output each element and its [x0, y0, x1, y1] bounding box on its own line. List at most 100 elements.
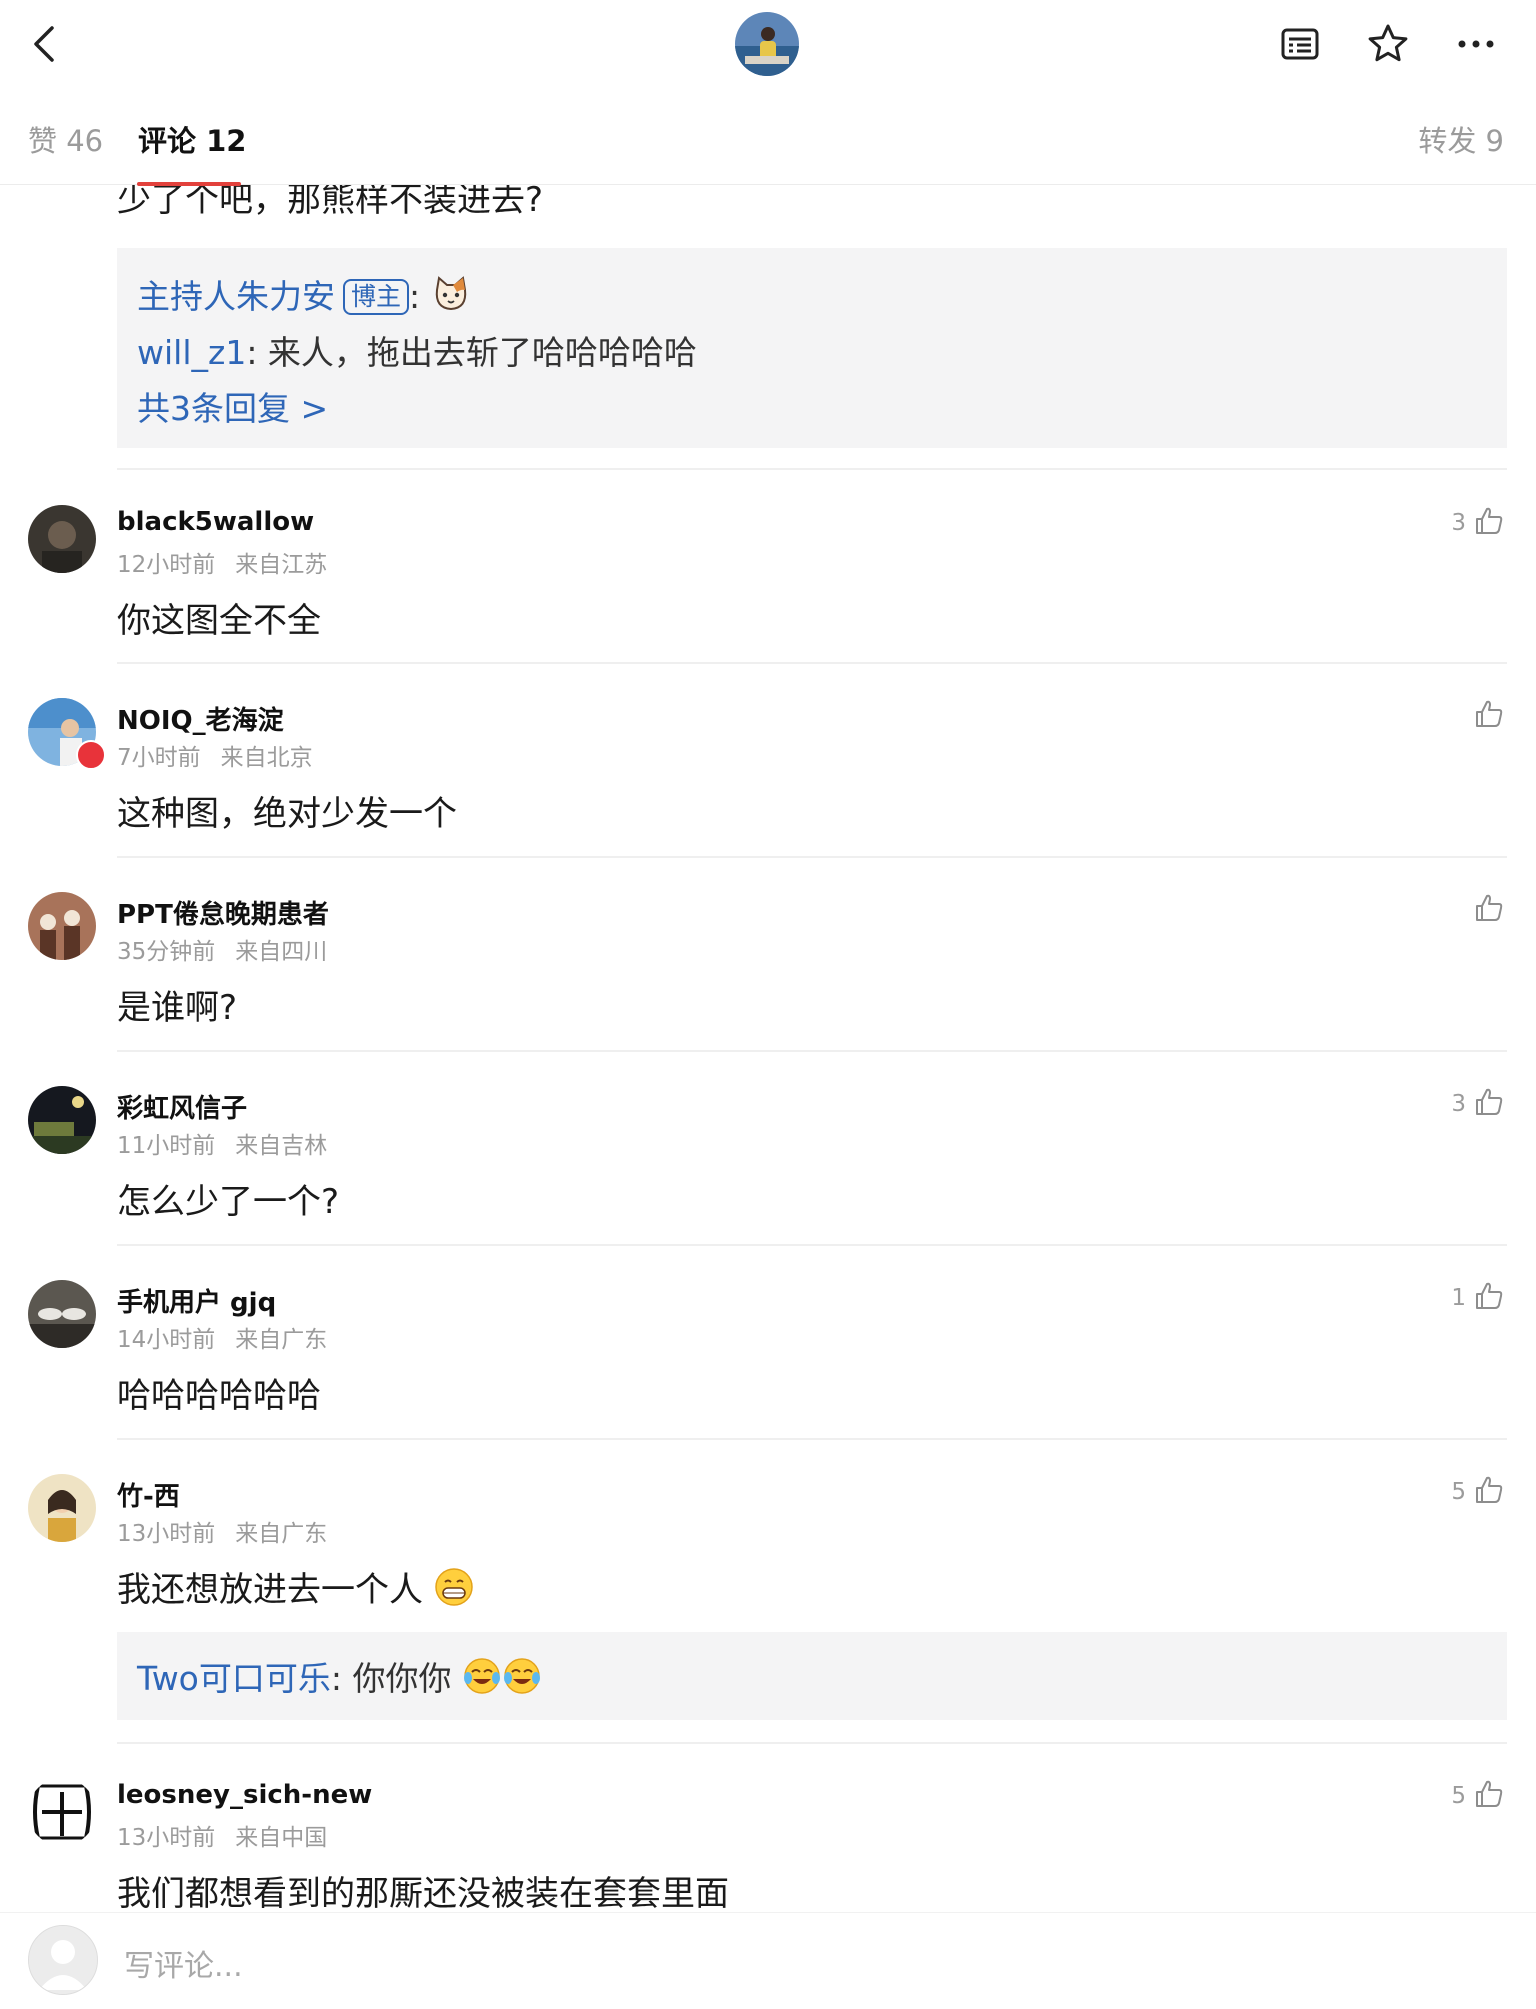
divider	[117, 1050, 1507, 1052]
reply-user[interactable]: 主持人朱力安	[137, 277, 335, 316]
comment-location: 来自广东	[235, 1327, 328, 1353]
like-count: 3	[1451, 1091, 1466, 1117]
reply-thread[interactable]: Two可口可乐: 你你你	[117, 1632, 1507, 1720]
more-icon[interactable]	[1452, 20, 1500, 68]
comment-meta: 35分钟前 来自四川	[117, 932, 327, 966]
user-name[interactable]: PPT倦怠晚期患者	[117, 894, 329, 931]
comment-meta: 13小时前 来自广东	[117, 1514, 327, 1548]
thumbs-up-icon	[1474, 1087, 1504, 1121]
like-button[interactable]	[1466, 892, 1504, 928]
comment-item: leosney_sich-new 13小时前 来自中国 我们都想看到的那厮还没被装…	[0, 1778, 1536, 1914]
comment-tabs: 赞 46 评论 12 转发 9	[0, 88, 1536, 185]
author-avatar[interactable]	[735, 12, 799, 76]
comment-meta: 14小时前 来自广东	[117, 1320, 327, 1354]
like-button[interactable]: 5	[1451, 1474, 1504, 1510]
comment-meta: 13小时前 来自中国	[117, 1818, 327, 1852]
comment-location: 来自吉林	[235, 1133, 328, 1159]
thumbs-up-icon	[1474, 893, 1504, 927]
user-name[interactable]: 竹-西	[117, 1476, 180, 1513]
active-tab-indicator	[137, 182, 241, 186]
comment-time: 14小时前	[117, 1327, 216, 1353]
like-count: 1	[1451, 1285, 1466, 1311]
star-icon[interactable]	[1364, 20, 1412, 68]
user-name[interactable]: 彩虹风信子	[117, 1088, 247, 1125]
comment-text: 是谁啊?	[117, 988, 238, 1028]
crying-laugh-emoji-icon	[502, 1656, 542, 1704]
thumbs-up-icon	[1474, 506, 1504, 540]
comment-text: 哈哈哈哈哈哈	[117, 1376, 321, 1416]
user-name[interactable]: NOIQ_老海淀	[117, 700, 284, 737]
comment-input[interactable]: 写评论...	[124, 1941, 243, 1985]
user-name[interactable]: black5wallow	[117, 507, 314, 537]
divider	[117, 662, 1507, 664]
comment-meta: 12小时前 来自江苏	[117, 545, 327, 579]
comment-item: 手机用户 gjq 14小时前 来自广东 哈哈哈哈哈哈 1	[0, 1280, 1536, 1420]
comment-time: 7小时前	[117, 745, 201, 771]
avatar[interactable]	[28, 505, 96, 573]
thumbs-up-icon	[1474, 1475, 1504, 1509]
thumbs-up-icon	[1474, 1779, 1504, 1813]
my-avatar	[28, 1925, 98, 1995]
thumbs-up-icon	[1474, 1281, 1504, 1315]
reply-separator: :	[330, 1659, 353, 1698]
user-name[interactable]: 手机用户 gjq	[117, 1282, 276, 1319]
like-count: 3	[1451, 510, 1466, 536]
comment-time: 13小时前	[117, 1521, 216, 1547]
grin-emoji-icon	[434, 1567, 474, 1616]
like-button[interactable]: 1	[1451, 1280, 1504, 1316]
divider	[117, 856, 1507, 858]
back-icon[interactable]	[22, 20, 70, 68]
comment-item: 竹-西 13小时前 来自广东 我还想放进去一个人 5 Two可口可乐: 你你你	[0, 1474, 1536, 1744]
article-icon[interactable]	[1276, 20, 1324, 68]
comment-time: 12小时前	[117, 552, 216, 578]
reply-item: Two可口可乐: 你你你	[137, 1652, 542, 1704]
avatar[interactable]	[28, 1280, 96, 1348]
comment-text-content: 我还想放进去一个人	[117, 1570, 423, 1610]
like-button[interactable]: 3	[1451, 1086, 1504, 1122]
crying-laugh-emoji-icon	[462, 1656, 502, 1704]
reply-thread[interactable]: 主持人朱力安 博主: will_z1: 来人，拖出去斩了哈哈哈哈哈 共3条回复 >	[117, 248, 1507, 448]
like-count: 5	[1451, 1479, 1466, 1505]
user-name[interactable]: leosney_sich-new	[117, 1780, 372, 1810]
tab-comments[interactable]: 评论 12	[138, 118, 246, 160]
comment-location: 来自中国	[235, 1825, 328, 1851]
comment-text: 我们都想看到的那厮还没被装在套套里面	[117, 1874, 729, 1914]
comment-item: 彩虹风信子 11小时前 来自吉林 怎么少了一个? 3	[0, 1086, 1536, 1226]
comment-location: 来自四川	[235, 939, 328, 965]
comment-meta: 11小时前 来自吉林	[117, 1126, 327, 1160]
like-button[interactable]	[1466, 698, 1504, 734]
comment-text: 你这图全不全	[117, 601, 321, 641]
comment-time: 13小时前	[117, 1825, 216, 1851]
comment-item: black5wallow 12小时前 来自江苏 你这图全不全 3	[0, 505, 1536, 645]
more-replies-link[interactable]: 共3条回复 >	[137, 382, 328, 430]
tab-likes[interactable]: 赞 46	[28, 118, 103, 160]
avatar[interactable]	[28, 1474, 96, 1542]
comment-location: 来自广东	[235, 1521, 328, 1547]
tab-reposts[interactable]: 转发 9	[1418, 118, 1504, 160]
reply-user[interactable]: Two可口可乐	[137, 1659, 331, 1698]
comment-text: 怎么少了一个?	[117, 1182, 340, 1222]
avatar[interactable]	[28, 1778, 96, 1846]
like-button[interactable]: 5	[1451, 1778, 1504, 1814]
comment-time: 35分钟前	[117, 939, 216, 965]
reply-separator: :	[409, 277, 421, 316]
reply-user[interactable]: will_z1	[137, 333, 246, 372]
comment-meta: 7小时前 来自北京	[117, 738, 313, 772]
comment-text: 这种图，绝对少发一个	[117, 794, 457, 834]
comment-location: 来自北京	[220, 745, 313, 771]
comment-item: NOIQ_老海淀 7小时前 来自北京 这种图，绝对少发一个	[0, 698, 1536, 838]
avatar[interactable]	[28, 1086, 96, 1154]
reply-text: 你你你	[352, 1659, 452, 1698]
thumbs-up-icon	[1474, 699, 1504, 733]
reply-separator: :	[246, 333, 268, 372]
reply-text: 来人，拖出去斩了哈哈哈哈哈	[267, 333, 697, 372]
like-count: 5	[1451, 1783, 1466, 1809]
comment-text: 我还想放进去一个人	[117, 1562, 474, 1616]
top-bar	[0, 0, 1536, 89]
comment-composer: 写评论...	[0, 1912, 1536, 2009]
like-button[interactable]: 3	[1451, 505, 1504, 541]
divider	[117, 1438, 1507, 1440]
cat-emoji-icon	[431, 274, 471, 322]
comment-item: PPT倦怠晚期患者 35分钟前 来自四川 是谁啊?	[0, 892, 1536, 1032]
avatar[interactable]	[28, 892, 96, 960]
